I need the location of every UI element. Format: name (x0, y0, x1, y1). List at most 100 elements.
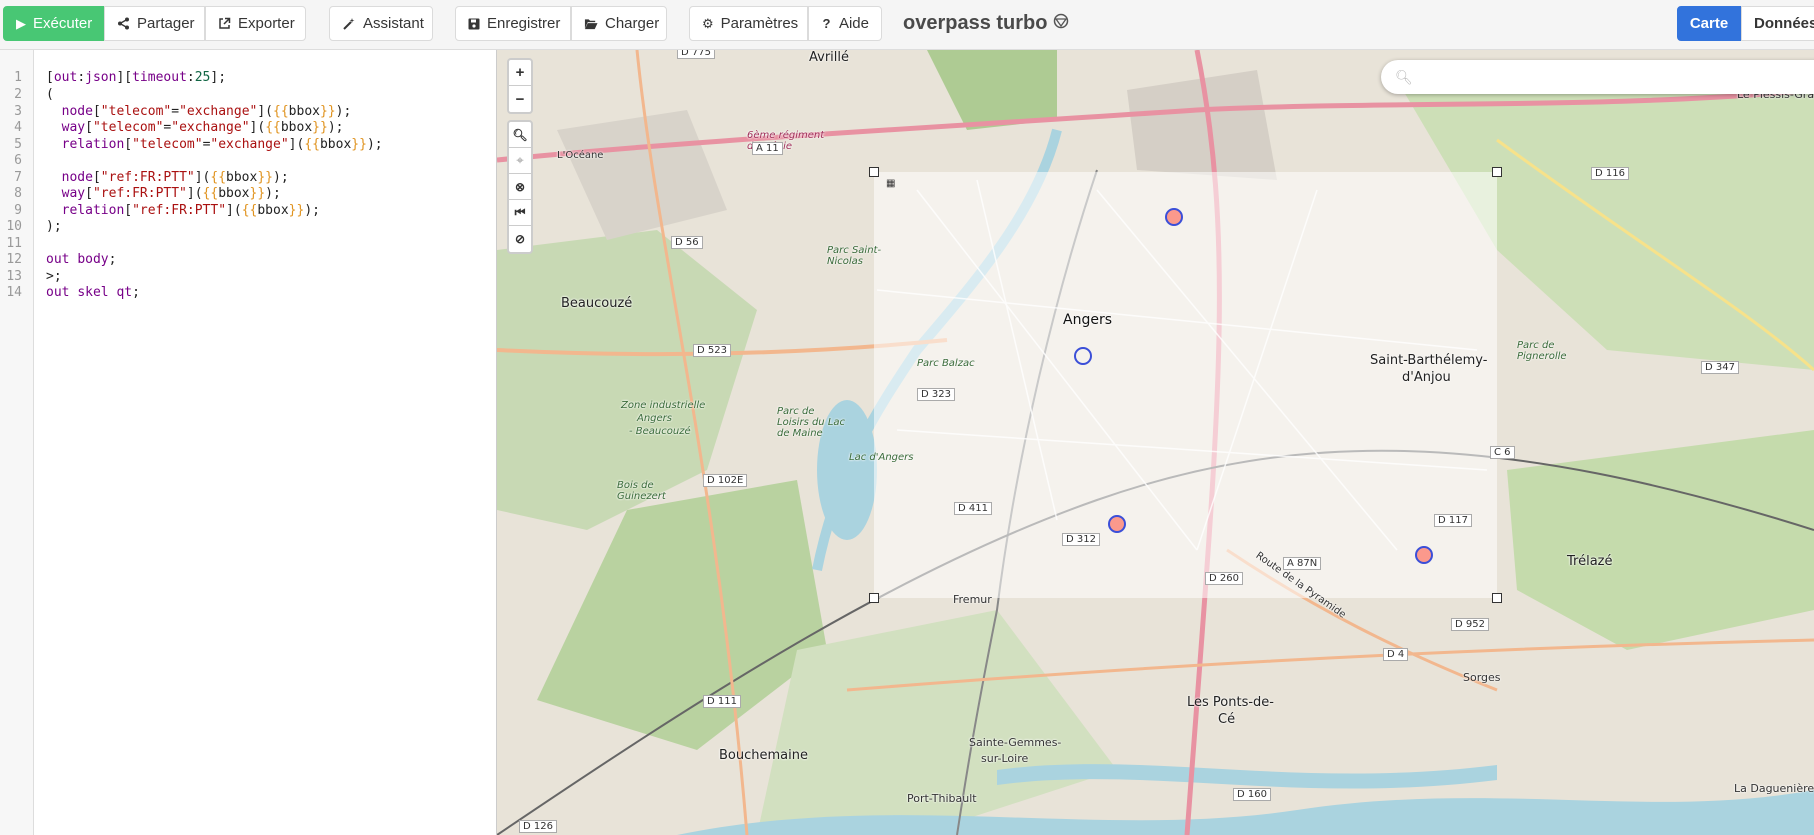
map-label: Trélazé (1567, 554, 1613, 569)
road-shield: D 160 (1233, 788, 1271, 801)
code-line: >; (46, 269, 62, 284)
road-shield: A 87N (1283, 557, 1322, 570)
map-label: Lac d'Angers (849, 452, 914, 463)
road-shield: C 6 (1490, 446, 1515, 459)
code-line: ); (46, 219, 62, 234)
tab-map[interactable]: Carte (1677, 6, 1741, 41)
share-button[interactable]: Partager (104, 6, 205, 41)
map-label: Parc de Pignerolle (1517, 340, 1567, 362)
line-number: 12 (6, 252, 22, 267)
line-number: 14 (6, 285, 22, 300)
road-shield: A 11 (752, 142, 783, 155)
bbox-handle[interactable] (1492, 167, 1502, 177)
code-line: relation["telecom"="exchange"]({{bbox}})… (61, 137, 383, 152)
folder-open-icon (584, 17, 598, 31)
map-label: Port-Thibault (907, 792, 977, 805)
map-label: Bouchemaine (719, 748, 808, 763)
map-label: Beaucouzé (561, 296, 633, 311)
map-label: Cé (1218, 712, 1236, 727)
external-link-icon (218, 17, 231, 31)
run-button[interactable]: ▶ Exécuter (3, 6, 104, 41)
floppy-disk-icon (468, 17, 480, 31)
line-number: 6 (14, 153, 22, 168)
map-view[interactable]: ▦ Angers Saint-Barthélemy- d'Anjou Beauc… (497, 50, 1814, 835)
road-shield: D 117 (1434, 514, 1472, 527)
map-label: Parc Saint-Nicolas (827, 245, 882, 267)
save-button[interactable]: Enregistrer (455, 6, 571, 41)
code-line: way["telecom"="exchange"]({{bbox}}); (61, 120, 344, 135)
bbox-overlay[interactable] (874, 172, 1497, 598)
zoom-in-button[interactable]: + (509, 60, 531, 86)
map-label: Sorges (1463, 671, 1501, 684)
bbox-handle[interactable] (869, 167, 879, 177)
map-label: Zone industrielle (621, 400, 706, 411)
locate-icon[interactable]: ⌖ (509, 148, 531, 174)
help-button[interactable]: ? Aide (808, 6, 882, 41)
bbox-handle[interactable] (1492, 593, 1502, 603)
first-data-icon[interactable]: ⏮ (509, 200, 531, 226)
road-shield: D 116 (1591, 167, 1629, 180)
code-line: [out:json][timeout:25]; (46, 70, 227, 85)
tab-data[interactable]: Données (1741, 6, 1814, 41)
line-number: 9 (14, 203, 22, 218)
line-number: 11 (6, 236, 22, 251)
road-shield: D 312 (1062, 533, 1100, 546)
line-number: 4 (14, 120, 22, 135)
logo-icon (1053, 12, 1069, 35)
grid-handle-icon[interactable]: ▦ (886, 178, 895, 189)
road-shield: D 126 (519, 820, 557, 833)
code-line: way["ref:FR:PTT"]({{bbox}}); (61, 186, 281, 201)
map-label: Bois de Guinezert (617, 480, 666, 502)
share-icon (117, 17, 130, 31)
wizard-button[interactable]: Assistant (329, 6, 433, 41)
map-label: sur-Loire (981, 752, 1029, 765)
road-shield: D 111 (703, 695, 741, 708)
map-label: Fremur (953, 593, 992, 606)
road-shield: D 4 (1383, 648, 1409, 661)
road-shield: D 323 (917, 388, 955, 401)
magic-wand-icon (342, 17, 356, 31)
load-button[interactable]: Charger (571, 6, 667, 41)
map-label: - Beaucouzé (629, 426, 691, 437)
code-line: node["telecom"="exchange"]({{bbox}}); (61, 104, 352, 119)
code-line: ( (46, 87, 54, 102)
map-label: d'Anjou (1402, 370, 1451, 385)
map-search-input[interactable]: 🔍︎ (1381, 60, 1814, 94)
clear-circle-icon[interactable]: ⊗ (509, 174, 531, 200)
code-line: node["ref:FR:PTT"]({{bbox}}); (61, 170, 289, 185)
code-line: out body; (46, 252, 117, 267)
line-number: 5 (14, 137, 22, 152)
map-tools-control: 🔍︎ ⌖ ⊗ ⏮ ⊘ (507, 120, 533, 254)
question-mark-icon: ? (822, 16, 831, 31)
gear-icon: ⚙ (702, 15, 714, 31)
bbox-handle[interactable] (869, 593, 879, 603)
result-marker[interactable] (1415, 546, 1433, 564)
result-marker[interactable] (1165, 208, 1183, 226)
zoom-out-button[interactable]: − (509, 86, 531, 112)
code-editor[interactable]: 1 2 3 4 5 6 7 8 9 10 11 12 13 14 [out:js… (0, 50, 497, 835)
map-label: Saint-Barthélemy- (1370, 353, 1488, 368)
map-label: Angers (1063, 312, 1112, 328)
map-label: L'Océane (557, 150, 604, 161)
toolbar: ▶ Exécuter Partager Exporter Assistant E… (0, 0, 1814, 50)
result-marker[interactable] (1074, 347, 1092, 365)
map-label: Avrillé (809, 50, 850, 65)
map-label: Parc Balzac (917, 358, 975, 369)
settings-button[interactable]: ⚙ Paramètres (689, 6, 808, 41)
result-marker[interactable] (1108, 515, 1126, 533)
line-number: 10 (6, 219, 22, 234)
map-label: Angers (637, 413, 672, 424)
block-icon[interactable]: ⊘ (509, 226, 531, 252)
search-zoom-icon[interactable]: 🔍︎ (509, 122, 531, 148)
road-shield: D 260 (1205, 572, 1243, 585)
road-shield: D 102E (703, 474, 748, 487)
code-line: relation["ref:FR:PTT"]({{bbox}}); (61, 203, 320, 218)
line-number: 1 (14, 70, 22, 85)
map-label: Parc de Loisirs du Lac de Maine (777, 406, 846, 439)
road-shield: D 56 (671, 236, 703, 249)
road-shield: D 411 (954, 502, 992, 515)
play-icon: ▶ (16, 15, 26, 31)
line-number: 8 (14, 186, 22, 201)
export-button[interactable]: Exporter (205, 6, 306, 41)
code-line: out skel qt; (46, 285, 140, 300)
